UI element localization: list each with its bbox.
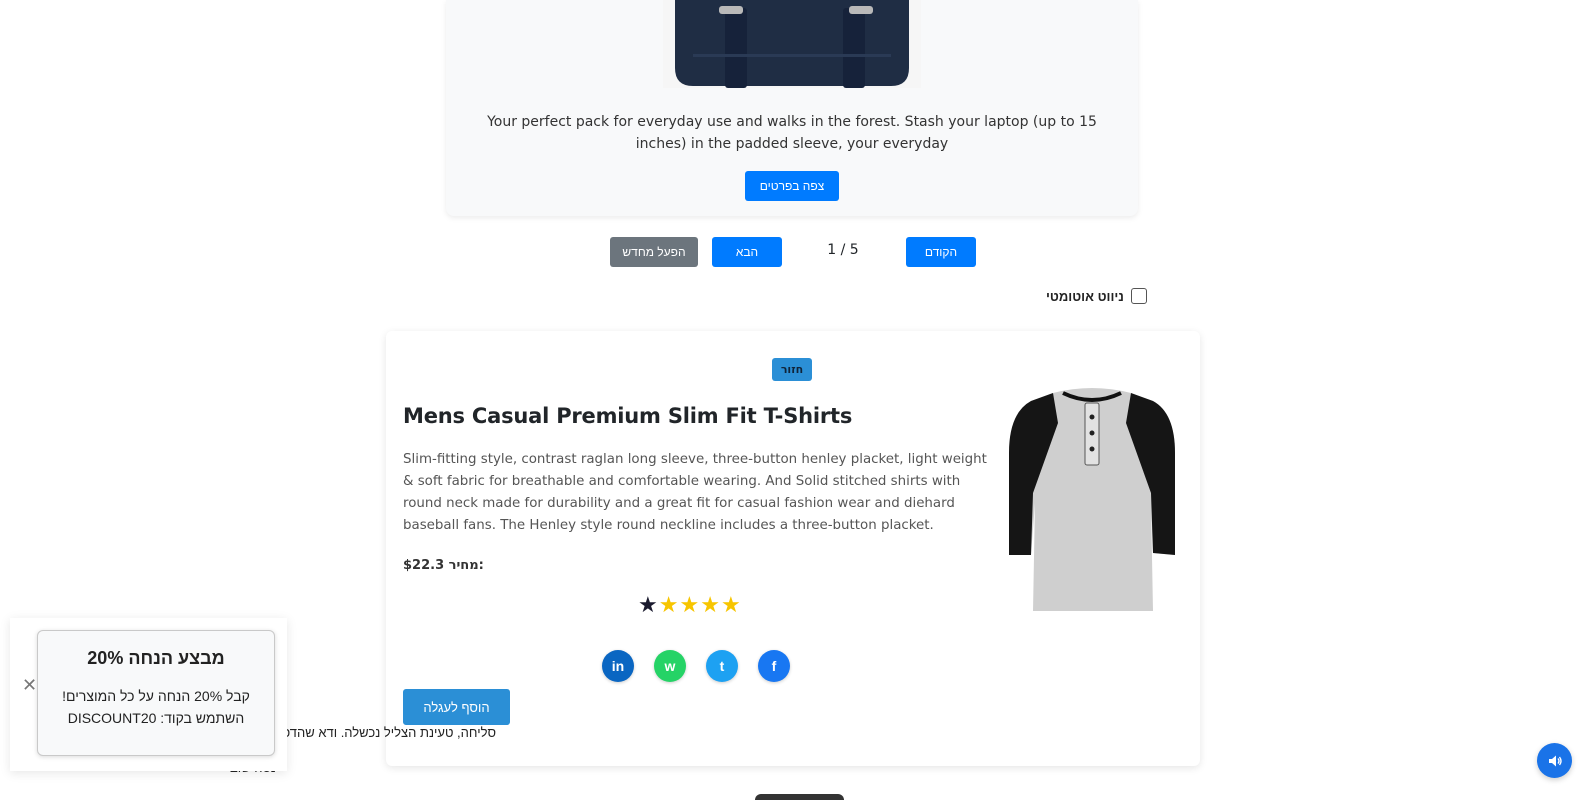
autonav-label: ניווט אוטומטי <box>1046 288 1124 304</box>
discount-card: מבצע הנחה 20% קבל 20% הנחה על כל המוצרים… <box>37 630 275 756</box>
bottom-tab[interactable] <box>755 794 844 800</box>
share-buttons: in w t f <box>602 650 790 682</box>
discount-code: השתמש בקוד: DISCOUNT20 <box>67 710 245 726</box>
sound-button[interactable] <box>1537 743 1572 778</box>
autonav-toggle[interactable]: ניווט אוטומטי <box>1046 288 1147 304</box>
back-button[interactable]: חזור <box>772 358 812 381</box>
star-empty-icon: ★ <box>638 593 659 618</box>
close-icon[interactable]: ✕ <box>22 675 37 696</box>
star-filled-icon: ★ <box>658 593 680 618</box>
backpack-image <box>663 0 921 88</box>
view-details-button[interactable]: צפה בפרטים <box>745 171 839 201</box>
autonav-checkbox[interactable] <box>1130 288 1147 304</box>
discount-text: קבל 20% הנחה על כל המוצרים! <box>62 688 250 704</box>
whatsapp-icon[interactable]: w <box>654 650 686 682</box>
sound-error-message: סליחה, טעינת הצליל נכשלה. ודא שהדפדפן <box>270 725 496 740</box>
speaker-icon <box>1548 755 1562 766</box>
discount-title: מבצע הנחה 20% <box>87 648 225 668</box>
previous-button[interactable]: הקודם <box>906 237 976 267</box>
price: $22.3 מחיר: <box>403 558 484 573</box>
star-filled-icon: ★ <box>679 593 701 618</box>
carousel-description: Your perfect pack for everyday use and w… <box>487 114 1097 152</box>
product-card: חזור Mens Casual Premium Slim Fit T-Shir… <box>386 331 1200 766</box>
restart-button[interactable]: הפעל מחדש <box>610 237 698 267</box>
rating-stars: ★★★★★ <box>638 593 742 618</box>
price-value: $22.3 <box>403 558 445 573</box>
star-filled-icon: ★ <box>700 593 721 618</box>
product-title: Mens Casual Premium Slim Fit T-Shirts <box>403 404 853 428</box>
product-description: Slim-fitting style, contrast raglan long… <box>403 452 987 533</box>
discount-popup: ✕ מבצע הנחה 20% קבל 20% הנחה על כל המוצר… <box>10 618 287 771</box>
linkedin-icon[interactable]: in <box>602 650 634 682</box>
carousel-card: Your perfect pack for everyday use and w… <box>446 0 1138 216</box>
next-button[interactable]: הבא <box>712 237 782 267</box>
twitter-icon[interactable]: t <box>706 650 738 682</box>
product-image <box>1009 388 1175 611</box>
add-to-cart-button[interactable]: הוסף לעגלה <box>403 689 510 725</box>
facebook-icon[interactable]: f <box>758 650 790 682</box>
page-counter: 1 / 5 <box>827 242 859 258</box>
price-label: מחיר: <box>448 558 484 573</box>
star-filled-icon: ★ <box>720 593 742 618</box>
